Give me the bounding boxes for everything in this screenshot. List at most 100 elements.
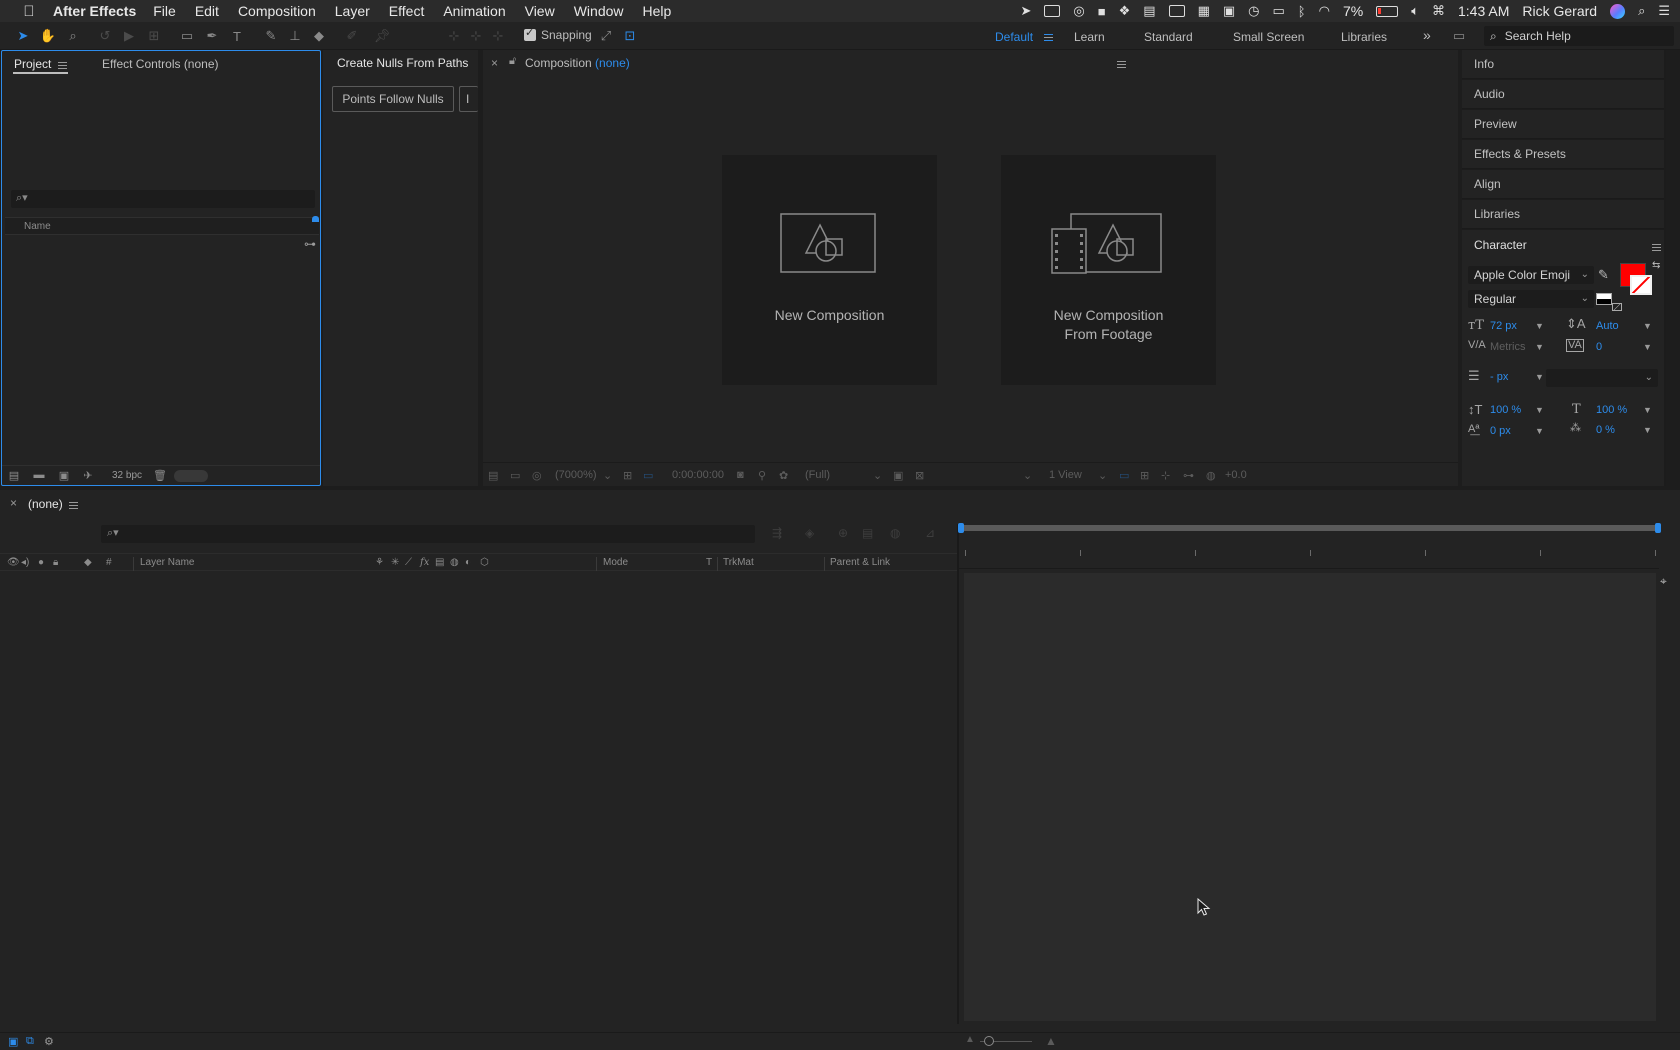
project-search-input[interactable]: ⌕▾	[11, 190, 315, 208]
toggle-pixel-aspect-icon[interactable]: ▭	[1119, 469, 1129, 482]
switches-collapse-icon[interactable]: ✳	[391, 557, 399, 568]
app-menu[interactable]: After Effects	[53, 3, 136, 19]
font-style-dropdown[interactable]: Regular ⌄	[1468, 290, 1594, 308]
bluetooth-icon[interactable]: ᛒ	[1298, 0, 1306, 22]
reset-exposure-icon[interactable]: ◍	[1206, 469, 1216, 482]
graph-editor-icon[interactable]: ⊿	[925, 526, 935, 540]
workspace-standard[interactable]: Standard	[1144, 30, 1193, 44]
spotlight-icon[interactable]: ⌕	[1638, 0, 1645, 22]
panel-info[interactable]: Info	[1462, 50, 1664, 79]
points-follow-nulls-button[interactable]: Points Follow Nulls	[332, 86, 454, 112]
swap-colors-icon[interactable]: ⇆	[1652, 260, 1660, 271]
axis-local-icon[interactable]: ⊹	[445, 27, 463, 45]
monitor-icon[interactable]: ▭	[510, 469, 520, 482]
interpret-footage-icon[interactable]: ▤	[7, 469, 21, 482]
no-fill-icon[interactable]	[1612, 303, 1622, 311]
camera-icon[interactable]: ■	[1098, 0, 1106, 22]
default-colors-icon[interactable]	[1596, 293, 1612, 305]
vertical-scale-value[interactable]: 100 %	[1490, 404, 1521, 416]
snap-features-icon[interactable]: ⊡	[621, 27, 639, 45]
stroke-width-dropdown-icon[interactable]: ▼	[1535, 372, 1544, 382]
switches-frame-blend-icon[interactable]: ▤	[435, 557, 444, 568]
work-area-start-handle[interactable]	[958, 523, 964, 533]
horizontal-scale-value[interactable]: 100 %	[1596, 404, 1627, 416]
search-help-field[interactable]: ⌕ Search Help	[1484, 26, 1674, 46]
pan-behind-tool-icon[interactable]: ⊞	[145, 27, 163, 45]
comp-button-icon[interactable]: ⌖	[1660, 574, 1667, 589]
notification-center-icon[interactable]: ☰	[1658, 0, 1670, 22]
time-machine-icon[interactable]: ◷	[1248, 0, 1259, 22]
character-title[interactable]: Character	[1474, 238, 1527, 252]
solo-icon[interactable]: ●	[38, 557, 44, 568]
stroke-style-dropdown[interactable]: ⌄	[1546, 369, 1658, 387]
timeline-menu-icon[interactable]	[69, 502, 78, 509]
siri-icon[interactable]	[1610, 0, 1626, 22]
user-name[interactable]: Rick Gerard	[1522, 3, 1597, 19]
wifi-icon[interactable]: ◠	[1319, 0, 1330, 22]
safe-zones-icon[interactable]: ⊞	[623, 469, 632, 482]
zoom-tool-icon[interactable]: ⌕	[64, 27, 82, 45]
panel-libraries[interactable]: Libraries	[1462, 200, 1664, 229]
horizontal-scale-dropdown-icon[interactable]: ▼	[1643, 405, 1652, 415]
chevron-down-icon[interactable]: ⌄	[1023, 469, 1032, 482]
comp-mini-flowchart-icon[interactable]: ⇶	[772, 526, 782, 540]
clone-stamp-tool-icon[interactable]: ⊥	[286, 27, 304, 45]
roto-brush-tool-icon[interactable]: ✐	[343, 27, 361, 45]
axis-view-icon[interactable]: ⊹	[489, 27, 507, 45]
layer-switches-toggle-icon[interactable]: ▣	[8, 1035, 18, 1048]
snapping-toggle[interactable]: Snapping	[524, 26, 592, 42]
tab-project[interactable]: Project	[14, 57, 51, 71]
kerning-value[interactable]: Metrics	[1490, 341, 1525, 353]
kerning-dropdown-icon[interactable]: ▼	[1535, 342, 1544, 352]
brush-tool-icon[interactable]: ✎	[262, 27, 280, 45]
mask-visibility-icon[interactable]: ◎	[532, 469, 542, 482]
camera-tool-icon[interactable]: ▶	[120, 27, 138, 45]
snapping-checkbox[interactable]	[524, 26, 536, 41]
create-nulls-title[interactable]: Create Nulls From Paths	[337, 56, 468, 70]
stroke-width-value[interactable]: - px	[1490, 371, 1508, 383]
time-zoom-knob[interactable]	[984, 1036, 994, 1046]
snap-edges-icon[interactable]: ⤢	[597, 27, 615, 45]
flowchart-icon[interactable]: ⊶	[304, 237, 316, 251]
menu-layer[interactable]: Layer	[335, 3, 370, 19]
location-arrow-icon[interactable]: ➤	[1021, 0, 1032, 22]
draft-3d-icon[interactable]: ⊞	[1140, 469, 1149, 482]
menu-window[interactable]: Window	[574, 3, 624, 19]
menu-help[interactable]: Help	[643, 3, 672, 19]
new-composition-card[interactable]: New Composition	[722, 155, 937, 385]
switches-shy-icon[interactable]: ⚘	[375, 557, 384, 568]
view-layout-dropdown[interactable]: 1 View	[1049, 469, 1082, 481]
transparency-grid-icon[interactable]: ⊠	[915, 469, 924, 482]
menu-effect[interactable]: Effect	[389, 3, 425, 19]
label-tag-icon[interactable]: ◆	[84, 557, 92, 568]
tsume-value[interactable]: 0 %	[1596, 424, 1615, 436]
switches-adjustment-icon[interactable]: ◐	[465, 557, 471, 568]
column-layer-name[interactable]: Layer Name	[140, 557, 194, 568]
switches-effects-icon[interactable]: fx	[420, 557, 429, 568]
nulls-follow-points-button[interactable]: I	[459, 86, 478, 112]
tsume-dropdown-icon[interactable]: ▼	[1643, 425, 1652, 435]
leading-value[interactable]: Auto	[1596, 320, 1619, 332]
timeline-layer-area[interactable]	[964, 573, 1656, 1021]
exposure-value[interactable]: +0.0	[1225, 469, 1247, 481]
new-folder-icon[interactable]: ▬	[32, 469, 46, 481]
eraser-tool-icon[interactable]: ◆	[310, 27, 328, 45]
selection-tool-icon[interactable]: ➤	[14, 27, 32, 45]
snapshot-icon[interactable]: ◙	[737, 469, 744, 481]
workspace-menu-icon[interactable]	[1044, 34, 1053, 41]
render-time-toggle-icon[interactable]: ⚙	[44, 1035, 54, 1048]
font-size-dropdown-icon[interactable]: ▼	[1535, 321, 1544, 331]
work-area-end-handle[interactable]	[1655, 523, 1661, 533]
region-of-interest-icon[interactable]: ▭	[643, 469, 653, 482]
lock-column-icon[interactable]: 🔒︎	[53, 557, 58, 568]
lock-icon[interactable]: 🔓︎	[509, 55, 516, 68]
leading-dropdown-icon[interactable]: ▼	[1643, 321, 1652, 331]
menu-edit[interactable]: Edit	[195, 3, 219, 19]
puppet-pin-tool-icon[interactable]: 📌︎	[373, 27, 391, 45]
display-icon[interactable]	[1168, 0, 1185, 22]
panel-effects-presets[interactable]: Effects & Presets	[1462, 140, 1664, 169]
stroke-color-swatch[interactable]	[1630, 275, 1652, 295]
type-tool-icon[interactable]: T	[228, 27, 246, 45]
thumbnail-size-slider[interactable]	[174, 470, 208, 482]
column-parent-link[interactable]: Parent & Link	[830, 557, 890, 568]
